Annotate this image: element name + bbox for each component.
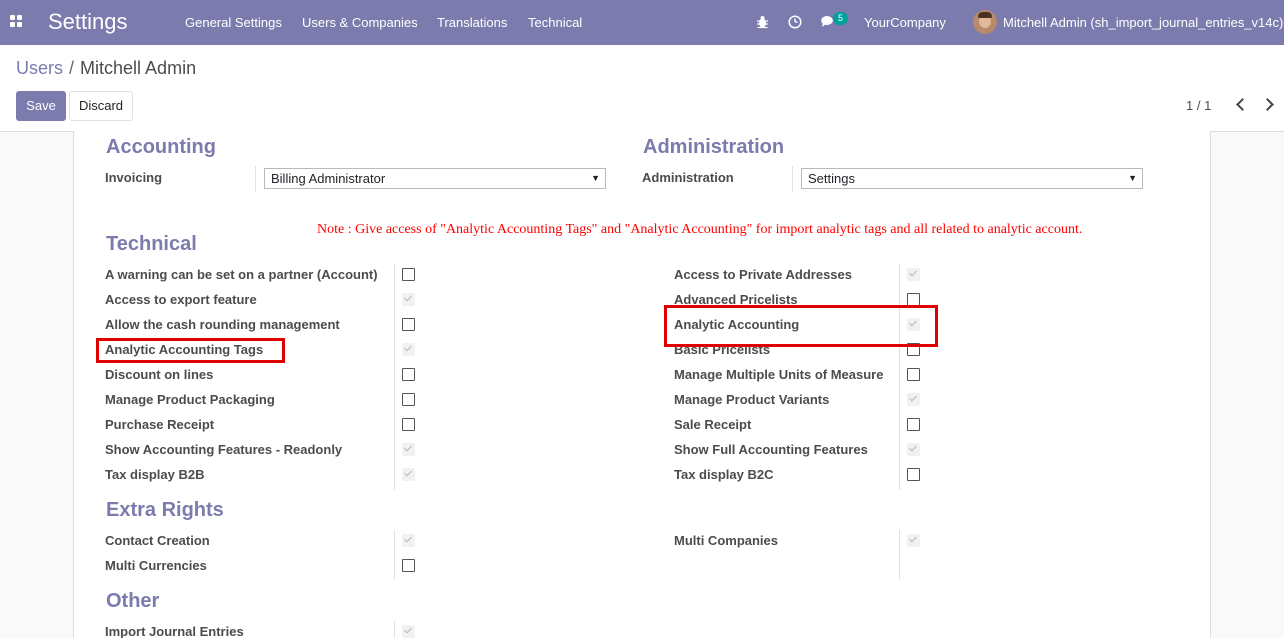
debug-bug-icon[interactable] bbox=[756, 15, 769, 29]
user-avatar[interactable] bbox=[973, 10, 997, 34]
permission-label-contact-creation: Contact Creation bbox=[105, 533, 210, 548]
permission-checkbox-show-full-accounting-features[interactable] bbox=[907, 443, 920, 456]
pager-previous-icon[interactable] bbox=[1234, 96, 1246, 114]
permission-label-access-to-export-feature: Access to export feature bbox=[105, 292, 257, 307]
breadcrumb-separator: / bbox=[69, 58, 75, 78]
permission-label-manage-multiple-units-of-measure: Manage Multiple Units of Measure bbox=[674, 367, 884, 382]
permission-label-show-full-accounting-features: Show Full Accounting Features bbox=[674, 442, 868, 457]
section-administration-title: Administration bbox=[643, 136, 785, 158]
administration-select[interactable]: Settings ▼ bbox=[801, 168, 1143, 189]
permission-label-discount-on-lines: Discount on lines bbox=[105, 367, 214, 382]
permission-checkbox-multi-currencies[interactable] bbox=[402, 559, 415, 572]
permission-label-purchase-receipt: Purchase Receipt bbox=[105, 417, 215, 432]
note-text: Note : Give access of "Analytic Accounti… bbox=[317, 222, 1083, 237]
permission-label-manage-product-packaging: Manage Product Packaging bbox=[105, 392, 275, 407]
menu-translations[interactable]: Translations bbox=[437, 15, 507, 30]
field-separator bbox=[792, 166, 793, 192]
highlight-analytic-accounting bbox=[664, 305, 938, 347]
permission-label-manage-product-variants: Manage Product Variants bbox=[674, 392, 830, 407]
permission-label-access-to-private-addresses: Access to Private Addresses bbox=[674, 267, 853, 282]
dropdown-caret-icon: ▼ bbox=[591, 173, 600, 183]
dropdown-caret-icon: ▼ bbox=[1128, 173, 1137, 183]
form-sheet bbox=[73, 131, 1211, 638]
invoicing-select[interactable]: Billing Administrator ▼ bbox=[264, 168, 606, 189]
invoicing-label: Invoicing bbox=[105, 170, 163, 185]
breadcrumb: Users / Mitchell Admin bbox=[16, 58, 196, 79]
permission-checkbox-tax-display-b2b[interactable] bbox=[402, 468, 415, 481]
permission-label-import-journal-entries: Import Journal Entries bbox=[105, 624, 244, 638]
column-separator bbox=[394, 530, 395, 580]
permission-checkbox-access-to-private-addresses[interactable] bbox=[907, 268, 920, 281]
section-other-title: Other bbox=[106, 590, 160, 612]
administration-select-value: Settings bbox=[808, 171, 855, 186]
permission-checkbox-manage-multiple-units-of-measure[interactable] bbox=[907, 368, 920, 381]
permission-checkbox-show-accounting-features-readonly[interactable] bbox=[402, 443, 415, 456]
pager-value[interactable]: 1 / 1 bbox=[1186, 98, 1211, 113]
permission-checkbox-analytic-accounting-tags[interactable] bbox=[402, 343, 415, 356]
discard-button[interactable]: Discard bbox=[69, 91, 133, 121]
permission-label-tax-display-b2b: Tax display B2B bbox=[105, 467, 205, 482]
column-separator bbox=[899, 264, 900, 490]
user-menu[interactable]: Mitchell Admin (sh_import_journal_entrie… bbox=[1003, 15, 1283, 30]
section-extra-rights-title: Extra Rights bbox=[106, 499, 224, 521]
permission-checkbox-allow-the-cash-rounding-management[interactable] bbox=[402, 318, 415, 331]
menu-general-settings[interactable]: General Settings bbox=[185, 15, 282, 30]
permission-label-allow-the-cash-rounding-management: Allow the cash rounding management bbox=[105, 317, 340, 332]
highlight-analytic-accounting-tags bbox=[96, 338, 285, 363]
permission-checkbox-multi-companies[interactable] bbox=[907, 534, 920, 547]
permission-checkbox-access-to-export-feature[interactable] bbox=[402, 293, 415, 306]
activity-clock-icon[interactable] bbox=[788, 15, 802, 29]
breadcrumb-current: Mitchell Admin bbox=[80, 58, 197, 78]
permission-checkbox-contact-creation[interactable] bbox=[402, 534, 415, 547]
permission-label-show-accounting-features-readonly: Show Accounting Features - Readonly bbox=[105, 442, 343, 457]
column-separator bbox=[394, 264, 395, 490]
section-accounting-title: Accounting bbox=[106, 136, 216, 158]
permission-label-tax-display-b2c: Tax display B2C bbox=[674, 467, 774, 482]
apps-menu-icon[interactable] bbox=[10, 15, 22, 27]
message-count-badge: 5 bbox=[833, 12, 848, 25]
top-navbar: Settings General Settings Users & Compan… bbox=[0, 0, 1284, 45]
section-technical-title: Technical bbox=[106, 233, 197, 255]
menu-users-companies[interactable]: Users & Companies bbox=[302, 15, 418, 30]
column-separator bbox=[394, 621, 395, 638]
permission-checkbox-import-journal-entries[interactable] bbox=[402, 625, 415, 638]
permission-checkbox-discount-on-lines[interactable] bbox=[402, 368, 415, 381]
menu-technical[interactable]: Technical bbox=[528, 15, 582, 30]
column-separator bbox=[899, 530, 900, 580]
permission-checkbox-purchase-receipt[interactable] bbox=[402, 418, 415, 431]
permission-checkbox-manage-product-packaging[interactable] bbox=[402, 393, 415, 406]
field-separator bbox=[255, 166, 256, 192]
permission-checkbox-a-warning-can-be-set-on-a-partner-account[interactable] bbox=[402, 268, 415, 281]
permission-checkbox-tax-display-b2c[interactable] bbox=[907, 468, 920, 481]
company-switcher[interactable]: YourCompany bbox=[864, 15, 946, 30]
permission-checkbox-sale-receipt[interactable] bbox=[907, 418, 920, 431]
permission-label-sale-receipt: Sale Receipt bbox=[674, 417, 752, 432]
administration-label: Administration bbox=[642, 170, 734, 185]
save-button[interactable]: Save bbox=[16, 91, 66, 121]
app-title: Settings bbox=[48, 9, 128, 34]
breadcrumb-users-link[interactable]: Users bbox=[16, 58, 63, 78]
permission-checkbox-manage-product-variants[interactable] bbox=[907, 393, 920, 406]
pager-next-icon[interactable] bbox=[1263, 96, 1275, 114]
permission-label-multi-companies: Multi Companies bbox=[674, 533, 779, 548]
permission-label-multi-currencies: Multi Currencies bbox=[105, 558, 207, 573]
invoicing-select-value: Billing Administrator bbox=[271, 171, 386, 186]
permission-label-a-warning-can-be-set-on-a-partner-account: A warning can be set on a partner (Accou… bbox=[105, 267, 378, 282]
